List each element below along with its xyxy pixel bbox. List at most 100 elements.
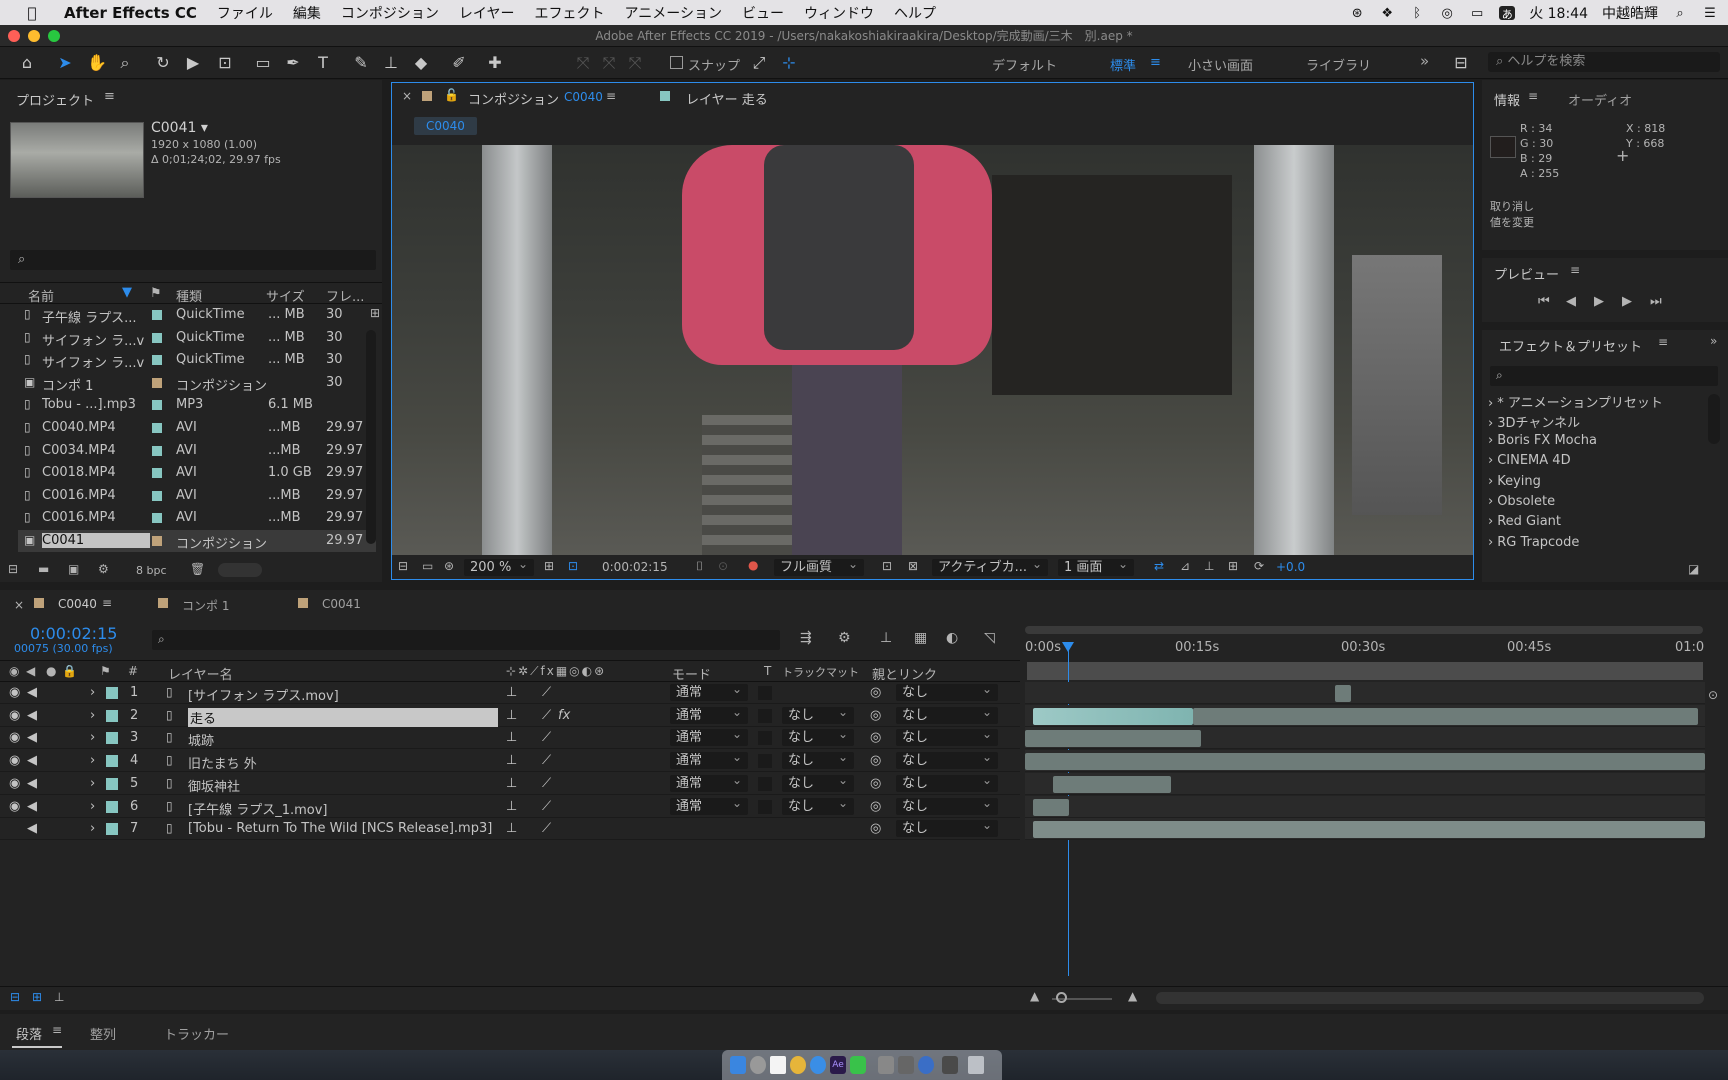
rotate-tool-icon[interactable]: ↻ <box>152 53 174 73</box>
mail-icon[interactable] <box>898 1056 914 1074</box>
effect-category[interactable]: › RG Trapcode <box>1488 535 1579 550</box>
label-tag-icon[interactable]: ⚑ <box>100 664 111 678</box>
project-item[interactable]: ▯ サイフォン ラ...v QuickTime ... MB 30 <box>18 327 376 349</box>
effect-category[interactable]: › Red Giant <box>1488 514 1561 529</box>
brush-tool-icon[interactable]: ✎ <box>350 53 372 73</box>
puppet-tool-icon[interactable]: ✚ <box>484 53 506 73</box>
project-item[interactable]: ▯ C0016.MP4 AVI ...MB 29.97 <box>18 485 376 507</box>
effects-scrollbar[interactable] <box>1708 394 1720 444</box>
work-area-bar[interactable] <box>1027 662 1703 680</box>
resolution-dropdown[interactable]: フル画質 <box>774 556 864 576</box>
first-frame-icon[interactable]: ⏮ <box>1538 294 1550 309</box>
panel-menu-icon[interactable]: ≡ <box>1658 335 1668 349</box>
timeline-tab-c0040[interactable]: C0040 <box>58 597 97 611</box>
zoom-tool-icon[interactable]: ⌕ <box>114 53 136 73</box>
project-scrollbar[interactable] <box>366 330 376 544</box>
effect-category[interactable]: › * アニメーションプリセット <box>1488 392 1663 411</box>
col-parent[interactable]: 親とリンク <box>872 664 937 683</box>
new-composition-icon[interactable]: ▣ <box>68 562 79 576</box>
pen-tool-icon[interactable]: ✒ <box>282 53 304 73</box>
type-tool-icon[interactable]: T <box>312 53 334 73</box>
play-icon[interactable]: ▶ <box>1594 294 1604 309</box>
menubar-user[interactable]: 中越皓輝 <box>1602 3 1658 23</box>
line-icon[interactable] <box>850 1056 866 1074</box>
interpret-footage-icon[interactable]: ⊟ <box>8 562 18 576</box>
in-out-toggle-icon[interactable]: ⊥ <box>54 990 64 1004</box>
shy-layers-icon[interactable]: ⊥ <box>880 630 892 646</box>
graph-editor-icon[interactable]: ◹ <box>984 630 995 646</box>
panel-menu-icon[interactable]: ≡ <box>102 596 112 610</box>
camera-view-dropdown[interactable]: アクティブカ... <box>932 556 1048 576</box>
layer-duration-bar[interactable] <box>1193 707 1698 725</box>
bluetooth-icon[interactable]: ᛒ <box>1409 6 1425 21</box>
layer-duration-bar[interactable] <box>1033 821 1705 839</box>
label-color-swatch[interactable] <box>152 423 162 433</box>
project-item[interactable]: ▯ C0018.MP4 AVI 1.0 GB 29.97 <box>18 462 376 484</box>
effect-category[interactable]: › CINEMA 4D <box>1488 453 1571 468</box>
project-panel-title[interactable]: プロジェクト <box>16 90 94 109</box>
thumbnail-slider[interactable] <box>218 563 262 577</box>
clone-stamp-tool-icon[interactable]: ⊥ <box>380 53 402 73</box>
menubar-clock[interactable]: 火 18:44 <box>1529 3 1588 23</box>
layer-switches-toggle-icon[interactable]: ⊟ <box>10 990 20 1004</box>
timeline-scrollbar[interactable] <box>1156 992 1704 1004</box>
col-mode[interactable]: モード <box>672 664 711 683</box>
layer-duration-bar[interactable] <box>1033 707 1193 725</box>
camera-tool-icon[interactable]: ▶ <box>182 53 204 73</box>
help-search-input[interactable]: ⌕ ヘルプを検索 <box>1488 52 1720 72</box>
layer-search-input[interactable]: ⌕ <box>152 630 780 650</box>
snap-options-icon[interactable]: ⤢ <box>748 53 770 73</box>
label-color-swatch[interactable] <box>152 400 162 411</box>
project-item[interactable]: ▯ サイフォン ラ...v QuickTime ... MB 30 <box>18 349 376 371</box>
airplay-icon[interactable]: ◎ <box>1439 6 1455 21</box>
menu-help[interactable]: ヘルプ <box>894 3 936 23</box>
effect-category[interactable]: › Obsolete <box>1488 494 1555 509</box>
menu-window[interactable]: ウィンドウ <box>804 3 874 23</box>
zoom-out-icon[interactable]: ▲ <box>1030 989 1039 1003</box>
current-time-display[interactable]: 0:00:02:15 <box>30 624 117 643</box>
composition-tab-name[interactable]: C0040 <box>564 90 603 104</box>
info-tab[interactable]: 情報 <box>1494 90 1520 109</box>
comp-mini-flowchart-icon[interactable]: ⇶ <box>800 630 812 646</box>
time-ruler[interactable]: 0:00s 00:15s 00:30s 00:45s 01:0 <box>1025 590 1705 976</box>
panel-menu-icon[interactable]: ≡ <box>606 89 616 103</box>
close-tab-icon[interactable]: × <box>14 598 24 612</box>
mask-visibility-icon[interactable]: ⊛ <box>444 559 454 573</box>
previous-frame-icon[interactable]: ◀ <box>1566 294 1576 309</box>
system-preferences-icon[interactable] <box>918 1056 934 1074</box>
workspace-standard[interactable]: 標準 <box>1110 55 1136 74</box>
notes-icon[interactable] <box>770 1056 786 1074</box>
effect-category[interactable]: › Boris FX Mocha <box>1488 433 1597 448</box>
workspace-library[interactable]: ライブラリ <box>1306 55 1371 74</box>
col-layer-name[interactable]: レイヤー名 <box>168 664 233 683</box>
sort-arrow-icon[interactable]: ▼ <box>122 285 132 300</box>
spotlight-icon[interactable]: ⌕ <box>1672 6 1688 21</box>
solo-switch-icon[interactable]: ● <box>46 664 56 678</box>
label-color-swatch[interactable] <box>152 468 162 479</box>
new-bin-icon[interactable]: ◪ <box>1688 562 1699 576</box>
timeline-icon[interactable]: ⊥ <box>1204 559 1214 573</box>
layer-track[interactable] <box>1025 772 1705 795</box>
minimize-window-button[interactable] <box>28 30 40 42</box>
label-tag-icon[interactable]: ⚑ <box>150 286 162 301</box>
layer-duration-bar[interactable] <box>1025 753 1705 771</box>
label-color-swatch[interactable] <box>152 355 162 366</box>
zoom-in-icon[interactable]: ▲ <box>1128 989 1137 1003</box>
project-item[interactable]: ▯ Tobu - ...].mp3 MP3 6.1 MB <box>18 394 376 416</box>
effects-search-input[interactable]: ⌕ <box>1490 366 1718 386</box>
zoom-slider-handle[interactable] <box>1056 992 1067 1003</box>
timeline-tab-comp1[interactable]: コンポ 1 <box>182 597 229 614</box>
project-item[interactable]: ▯ C0016.MP4 AVI ...MB 29.97 <box>18 507 376 529</box>
monitor-icon[interactable]: ▭ <box>422 559 433 573</box>
delete-icon[interactable]: 🗑 <box>190 562 205 576</box>
menu-layer[interactable]: レイヤー <box>459 3 515 23</box>
flowchart-icon[interactable]: ⊞ <box>370 306 380 320</box>
axis-view-icon[interactable]: ⤧ <box>624 53 646 73</box>
apple-icon[interactable]:  <box>14 4 50 22</box>
project-item[interactable]: ▯ 子午線 ラプス... QuickTime ... MB 30 <box>18 304 376 326</box>
menu-effect[interactable]: エフェクト <box>535 3 605 23</box>
col-track-matte[interactable]: トラックマット <box>782 664 859 680</box>
project-item[interactable]: ▯ C0034.MP4 AVI ...MB 29.97 <box>18 440 376 462</box>
toggle-pixel-aspect-icon[interactable]: ⇄ <box>1154 559 1164 573</box>
finder-icon[interactable] <box>730 1056 746 1074</box>
